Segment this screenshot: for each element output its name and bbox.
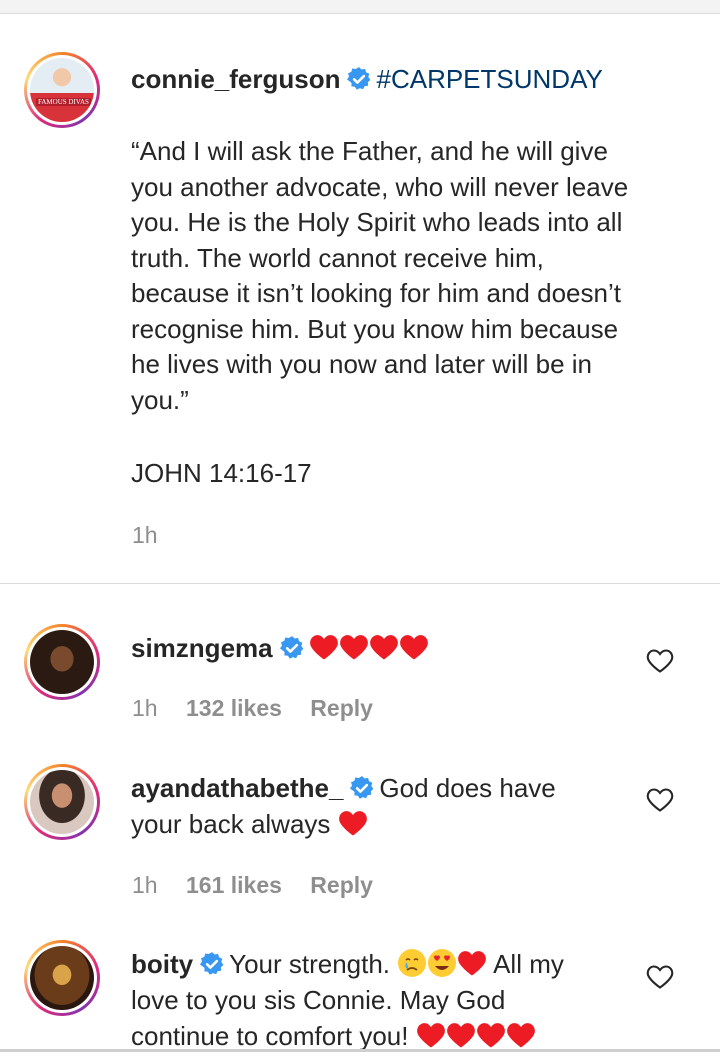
- red-heart-icon: [446, 1023, 475, 1048]
- red-heart-icon: [416, 1023, 445, 1048]
- post-timestamp: 1h: [132, 522, 158, 548]
- comment-username[interactable]: boity: [131, 949, 193, 979]
- red-heart-icon: [458, 951, 487, 976]
- comment-body: simzngema: [131, 630, 641, 666]
- red-heart-icon: [506, 1023, 535, 1048]
- comment-text: All my: [493, 949, 564, 979]
- verified-badge-icon: [350, 776, 374, 799]
- reply-button[interactable]: Reply: [310, 872, 373, 898]
- heart-outline-icon[interactable]: [646, 964, 674, 990]
- reply-button[interactable]: Reply: [310, 695, 373, 721]
- comment-text: your back always: [131, 809, 331, 839]
- comment-body: ayandathabethe_ God does have your back a…: [131, 770, 641, 842]
- top-bar: [0, 0, 720, 14]
- heart-eyes-emoji-icon: [428, 949, 457, 977]
- verified-badge-icon: [200, 952, 224, 975]
- post-body-line: he lives with you now and later will be …: [131, 349, 593, 379]
- post-body: “And I will ask the Father, and he will …: [131, 134, 691, 418]
- comment-likes[interactable]: 161 likes: [186, 872, 282, 898]
- post-header: connie_ferguson #CARPETSUNDAY: [131, 62, 603, 96]
- post-body-line: because it isn’t looking for him and doe…: [131, 278, 621, 308]
- comment-text: continue to comfort you!: [131, 1021, 409, 1051]
- post-body-line: recognise him. But you know him because: [131, 313, 619, 344]
- post-divider: [0, 583, 720, 584]
- post-body-line: you.”: [131, 384, 189, 415]
- verified-badge-icon: [279, 636, 303, 659]
- post-body-line: truth. The world cannot receive him,: [131, 242, 544, 273]
- heart-outline-icon[interactable]: [646, 648, 674, 674]
- post-username[interactable]: connie_ferguson: [131, 64, 340, 94]
- verified-badge-icon: [347, 67, 371, 90]
- comment-meta: 1h 161 likes Reply: [132, 872, 373, 899]
- comment-text: Your strength.: [229, 949, 391, 979]
- red-heart-icon: [309, 635, 338, 660]
- comment-timestamp: 1h: [132, 695, 158, 721]
- red-heart-icon: [339, 635, 368, 660]
- comment-likes[interactable]: 132 likes: [186, 695, 282, 721]
- comment-username[interactable]: ayandathabethe_: [131, 773, 343, 803]
- red-heart-icon: [369, 635, 398, 660]
- crying-face-emoji-icon: [398, 949, 427, 977]
- comment-text: God does have: [379, 773, 556, 803]
- post-hashtag[interactable]: #CARPETSUNDAY: [376, 64, 602, 94]
- red-heart-icon: [399, 635, 428, 660]
- post-author-avatar[interactable]: FAMOUS DIVAS: [24, 52, 100, 128]
- red-heart-icon: [476, 1023, 505, 1048]
- comment-text: love to you sis Connie. May God: [131, 985, 506, 1015]
- comment-body: boity Your strength. All my love to you s…: [131, 946, 641, 1052]
- post-body-line: “And I will ask the Father, and he will …: [131, 136, 608, 166]
- post-body-line: you. He is the Holy Spirit who leads int…: [131, 207, 623, 237]
- avatar-magazine-text: FAMOUS DIVAS: [36, 98, 91, 106]
- comment-avatar[interactable]: [24, 764, 100, 840]
- post-body-line: you another advocate, who will never lea…: [131, 171, 629, 202]
- red-heart-icon: [338, 811, 367, 836]
- comment-meta: 1h 132 likes Reply: [132, 695, 373, 722]
- comment-avatar[interactable]: [24, 940, 100, 1016]
- post-reference: JOHN 14:16-17: [131, 458, 312, 488]
- comment-username[interactable]: simzngema: [131, 633, 273, 663]
- heart-outline-icon[interactable]: [646, 787, 674, 813]
- comment-timestamp: 1h: [132, 872, 158, 898]
- comment-avatar[interactable]: [24, 624, 100, 700]
